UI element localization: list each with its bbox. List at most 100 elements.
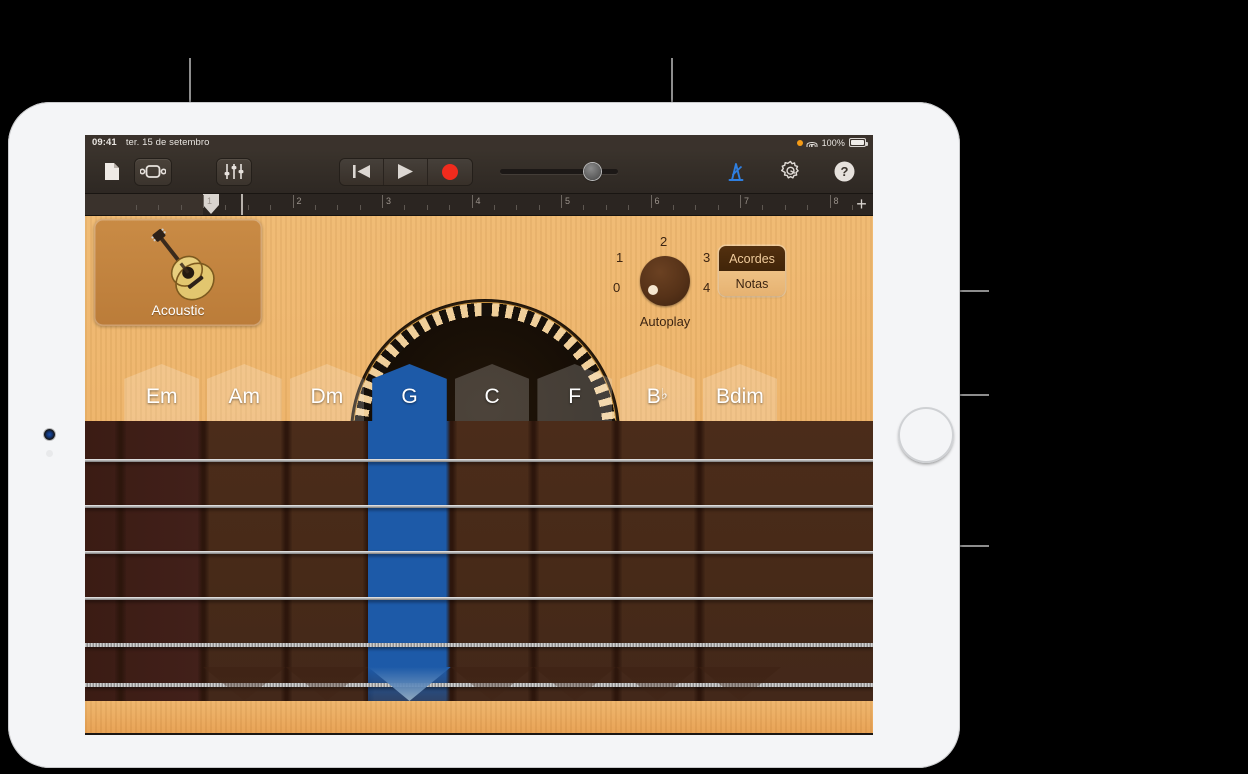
guitar-string[interactable] — [85, 459, 873, 462]
metronome-icon[interactable] — [721, 159, 751, 185]
front-camera-icon — [44, 429, 55, 440]
ruler-tick — [426, 205, 428, 210]
ruler-tick — [695, 205, 697, 210]
chord-label: Am — [228, 385, 261, 408]
fret-line — [280, 421, 292, 701]
chord-button[interactable]: C — [451, 356, 534, 421]
add-section-button[interactable]: + — [853, 195, 870, 213]
fret-line — [528, 421, 540, 701]
ruler-tick — [225, 205, 227, 210]
home-button[interactable] — [898, 407, 954, 463]
battery-percent: 100% — [821, 137, 845, 148]
chord-button[interactable]: Am — [203, 356, 286, 421]
instrument-selector[interactable]: Acoustic — [94, 219, 262, 326]
guitar-string[interactable] — [85, 505, 873, 508]
fret-line — [115, 421, 127, 701]
ruler-tick — [359, 205, 361, 210]
guitar-string[interactable] — [85, 597, 873, 600]
ruler-bar-label: 3 — [382, 195, 391, 208]
chord-label: Dm — [310, 385, 344, 408]
fretboard[interactable] — [85, 421, 873, 701]
toolbar-right-group: ? — [721, 159, 873, 185]
ruler-tick — [538, 205, 540, 210]
autoplay-label: Autoplay — [639, 314, 691, 329]
ruler-bar-label: 6 — [650, 195, 660, 208]
active-chord-column — [368, 421, 451, 701]
chord-label: G — [401, 385, 418, 408]
chord-label: F — [568, 385, 582, 408]
mode-option-notas[interactable]: Notas — [719, 271, 785, 296]
mixer-sliders-icon[interactable] — [217, 158, 251, 185]
autoplay-control[interactable]: 0 1 2 3 4 Autoplay — [609, 232, 721, 342]
chord-button[interactable]: G — [368, 356, 451, 421]
rewind-icon[interactable] — [340, 158, 384, 185]
ruler-bar-label: 5 — [561, 195, 570, 208]
chord-strip: Em Am Dm G C F B♭ Bdim — [85, 356, 873, 421]
timeline-ruler[interactable]: + 1 2 3 4 5 6 7 8 — [85, 194, 873, 216]
ruler-tick — [449, 205, 451, 210]
volume-slider[interactable] — [500, 159, 618, 185]
mode-option-acordes[interactable]: Acordes — [719, 246, 785, 271]
chord-button[interactable]: F — [533, 356, 616, 421]
fret-line — [611, 421, 622, 701]
chord-label: B♭ — [646, 385, 668, 408]
play-icon[interactable] — [384, 158, 428, 185]
playhead-line[interactable] — [241, 194, 243, 215]
gear-icon[interactable] — [775, 159, 805, 185]
chord-label: Em — [145, 385, 178, 408]
chord-button[interactable]: B♭ — [616, 356, 699, 421]
ruler-tick — [516, 205, 518, 210]
svg-text:?: ? — [840, 164, 848, 179]
chord-button[interactable]: Em — [120, 356, 203, 421]
autoplay-position-1[interactable]: 1 — [616, 250, 623, 265]
track-view-icon[interactable] — [135, 158, 171, 185]
autoplay-knob-indicator — [648, 285, 658, 295]
chord-accidental: ♭ — [660, 386, 668, 403]
volume-slider-knob[interactable] — [584, 162, 601, 180]
screenshot-root: 09:41 ter. 15 de setembro 100% ? + 1 2 3… — [0, 0, 1248, 774]
fretboard-nut-zone — [85, 421, 203, 701]
chord-label: C — [484, 385, 500, 408]
fret-line — [445, 421, 457, 701]
toolbar-left-group — [85, 158, 251, 185]
guitar-string[interactable] — [85, 551, 873, 554]
ruler-tick — [158, 205, 160, 210]
app-screen: 09:41 ter. 15 de setembro 100% ? + 1 2 3… — [85, 135, 873, 735]
ruler-tick — [180, 205, 182, 210]
ruler-bar-label: 8 — [829, 195, 839, 208]
ruler-tick — [247, 205, 249, 210]
ambient-sensor-icon — [46, 450, 53, 457]
app-toolbar: ? — [85, 150, 873, 194]
ruler-tick — [628, 205, 630, 210]
ruler-tick — [851, 205, 853, 210]
record-icon[interactable] — [428, 159, 472, 185]
autoplay-knob[interactable] — [640, 256, 690, 306]
mode-switch[interactable]: Acordes Notas — [719, 246, 785, 296]
autoplay-position-2[interactable]: 2 — [660, 234, 667, 249]
autoplay-position-4[interactable]: 4 — [703, 280, 710, 295]
ruler-tick — [493, 205, 495, 210]
status-bar: 09:41 ter. 15 de setembro 100% — [85, 135, 873, 150]
transport-buttons — [340, 158, 472, 185]
wifi-icon — [806, 138, 818, 147]
transport-group — [340, 158, 618, 185]
help-icon[interactable]: ? — [829, 159, 859, 185]
ruler-tick — [672, 205, 674, 210]
ruler-tick — [717, 205, 719, 210]
status-time: 09:41 — [92, 137, 117, 148]
guitar-body: Acoustic 0 1 2 3 4 Autoplay Acordes Nota… — [85, 216, 873, 735]
fret-line — [198, 421, 209, 701]
guitar-string[interactable] — [85, 643, 873, 647]
chord-button[interactable]: Bdim — [699, 356, 782, 421]
chord-label: Bdim — [715, 385, 764, 408]
chord-button[interactable]: Dm — [286, 356, 369, 421]
ruler-bar-label: 4 — [471, 195, 481, 208]
ruler-bar-label: 2 — [292, 195, 302, 208]
ruler-lead-in — [85, 194, 203, 215]
document-icon[interactable] — [97, 159, 127, 185]
ruler-tick — [270, 205, 272, 210]
autoplay-position-3[interactable]: 3 — [703, 250, 710, 265]
ruler-tick — [762, 205, 764, 210]
ruler-tick — [583, 205, 585, 210]
autoplay-position-0[interactable]: 0 — [613, 280, 620, 295]
